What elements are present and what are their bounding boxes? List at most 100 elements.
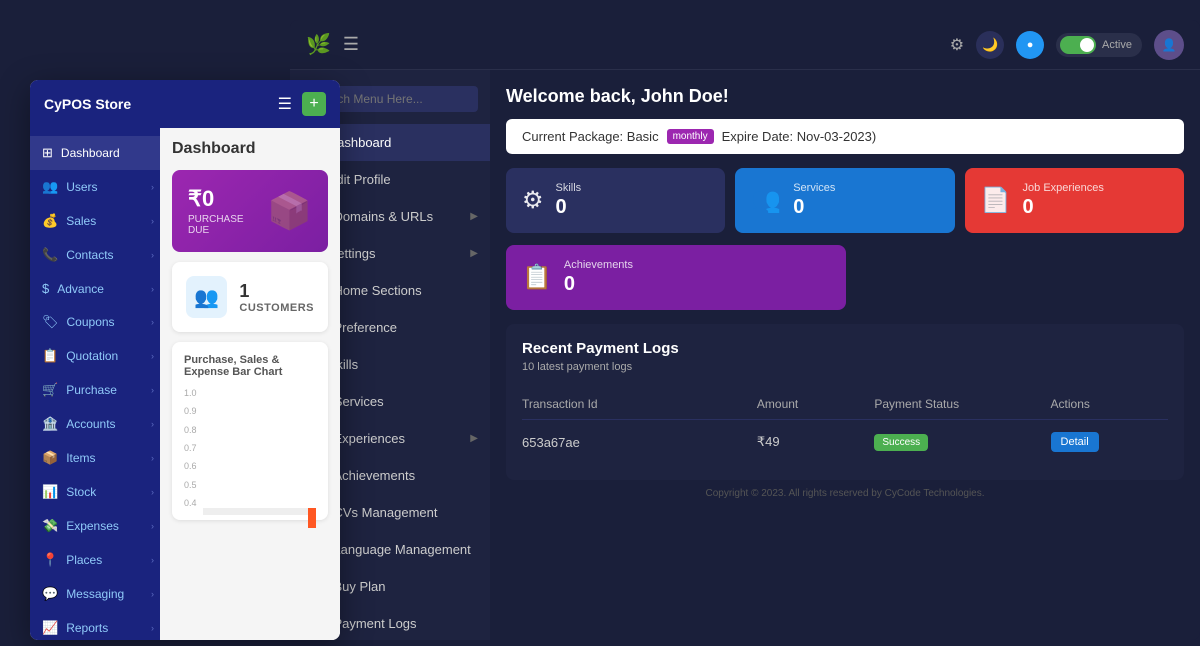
dark-topbar-right: ⚙ 🌙 ● Active 👤: [950, 30, 1184, 60]
chevron-right-icon: ›: [151, 555, 154, 565]
purchase-due-info: ₹0 PURCHASE DUE: [188, 186, 267, 236]
sidebar-label-contacts: Contacts: [66, 248, 113, 262]
box-icon: 📦: [267, 190, 312, 232]
stat-info-job-exp: Job Experiences 0: [1023, 182, 1104, 219]
dashboard-title: Dashboard: [172, 140, 328, 158]
chart-title: Purchase, Sales & Expense Bar Chart: [184, 354, 316, 378]
hamburger-icon[interactable]: ☰: [343, 34, 359, 55]
advance-icon: $: [42, 281, 49, 296]
sidebar-item-contacts[interactable]: 📞 Contacts ›: [30, 238, 160, 272]
sidebar-label-users: Users: [66, 180, 97, 194]
menu-label-achievements: Achievements: [333, 468, 415, 483]
col-transaction: Transaction Id: [522, 397, 757, 411]
col-status: Payment Status: [874, 397, 1050, 411]
sidebar-item-items[interactable]: 📦 Items ›: [30, 441, 160, 475]
purchase-amount: ₹0: [188, 186, 267, 212]
chevron-right-icon: ›: [151, 385, 154, 395]
achievement-value: 0: [564, 273, 633, 296]
light-panel: CyPOS Store ☰ + ⊞ Dashboard 👥 Users › 💰 …: [30, 80, 340, 640]
table-row: 653a67ae ₹49 Success Detail: [522, 420, 1168, 464]
sidebar-item-purchase[interactable]: 🛒 Purchase ›: [30, 373, 160, 407]
sidebar-label-expenses: Expenses: [66, 519, 119, 533]
grid-line: [203, 512, 316, 513]
chevron-right-icon: ›: [151, 589, 154, 599]
dark-panel: 🌿 ☰ ⚙ 🌙 ● Active 👤 ⊞ Dashboard ✏ Ed: [290, 20, 1200, 640]
sidebar-label-accounts: Accounts: [66, 417, 115, 431]
sidebar-item-users[interactable]: 👥 Users ›: [30, 170, 160, 204]
job-exp-icon: 📄: [981, 186, 1011, 215]
grid-line: [203, 514, 316, 515]
hamburger-light-icon[interactable]: ☰: [278, 94, 292, 114]
copyright-text: Copyright © 2023. All rights reserved by…: [506, 480, 1184, 507]
sidebar-label-reports: Reports: [66, 621, 108, 635]
notification-icon[interactable]: ●: [1016, 31, 1044, 59]
sidebar-label-places: Places: [66, 553, 102, 567]
status-badge: Success: [874, 434, 928, 451]
stat-info-skills: Skills 0: [556, 182, 582, 219]
sidebar-item-advance[interactable]: $ Advance ›: [30, 272, 160, 305]
places-icon: 📍: [42, 552, 58, 568]
package-expire: Expire Date: Nov-03-2023): [722, 129, 877, 144]
package-badge: monthly: [667, 129, 714, 144]
light-sidebar: ⊞ Dashboard 👥 Users › 💰 Sales › 📞 Contac…: [30, 128, 160, 640]
customers-card: 👥 1 CUSTOMERS: [172, 262, 328, 332]
chevron-right-icon: ›: [151, 182, 154, 192]
stat-card-job-exp: 📄 Job Experiences 0: [965, 168, 1184, 233]
payment-subtitle: 10 latest payment logs: [522, 361, 1168, 373]
y-label: 1.0: [184, 388, 197, 398]
menu-label-language: Language Management: [333, 542, 470, 557]
users-icon: 👥: [42, 179, 58, 195]
items-icon: 📦: [42, 450, 58, 466]
store-name: CyPOS Store: [44, 96, 131, 112]
sales-icon: 💰: [42, 213, 58, 229]
arrow-icon: ▶: [470, 433, 478, 444]
sidebar-item-sales[interactable]: 💰 Sales ›: [30, 204, 160, 238]
detail-button[interactable]: Detail: [1051, 432, 1099, 452]
user-avatar[interactable]: 👤: [1154, 30, 1184, 60]
services-value: 0: [793, 196, 835, 219]
col-actions: Actions: [1051, 397, 1168, 411]
stock-icon: 📊: [42, 484, 58, 500]
sidebar-item-dashboard[interactable]: ⊞ Dashboard: [30, 136, 160, 170]
active-toggle[interactable]: Active: [1056, 33, 1142, 57]
sidebar-item-places[interactable]: 📍 Places ›: [30, 543, 160, 577]
sidebar-item-messaging[interactable]: 💬 Messaging ›: [30, 577, 160, 611]
menu-label-services: Services: [334, 394, 384, 409]
leaf-logo: 🌿: [306, 32, 331, 57]
sidebar-label-advance: Advance: [57, 282, 104, 296]
sidebar-item-coupons[interactable]: 🏷 Coupons ›: [30, 305, 160, 339]
contacts-icon: 📞: [42, 247, 58, 263]
sidebar-item-stock[interactable]: 📊 Stock ›: [30, 475, 160, 509]
grid-line: [203, 511, 316, 512]
achievement-label: Achievements: [564, 259, 633, 271]
moon-icon[interactable]: 🌙: [976, 31, 1004, 59]
grid-line: [203, 509, 316, 510]
menu-label-payment-logs: Payment Logs: [333, 616, 416, 631]
sidebar-label-dashboard: Dashboard: [61, 146, 120, 160]
menu-label-buy-plan: Buy Plan: [333, 579, 385, 594]
sidebar-item-quotation[interactable]: 📋 Quotation ›: [30, 339, 160, 373]
settings-icon[interactable]: ⚙: [950, 35, 964, 55]
arrow-icon: ▶: [470, 211, 478, 222]
cell-status: Success: [874, 433, 1050, 451]
chevron-right-icon: ›: [151, 250, 154, 260]
package-label: Current Package: Basic: [522, 129, 659, 144]
cell-amount: ₹49: [757, 434, 874, 450]
sidebar-label-quotation: Quotation: [66, 349, 118, 363]
bar-chart-section: Purchase, Sales & Expense Bar Chart 1.0 …: [172, 342, 328, 520]
sidebar-item-reports[interactable]: 📈 Reports ›: [30, 611, 160, 640]
toggle-switch[interactable]: [1060, 36, 1096, 54]
chevron-right-icon: ›: [151, 521, 154, 531]
dark-main: Welcome back, John Doe! Current Package:…: [490, 70, 1200, 640]
chevron-right-icon: ›: [151, 317, 154, 327]
table-header: Transaction Id Amount Payment Status Act…: [522, 389, 1168, 420]
menu-label-domains: Domains & URLs: [333, 209, 433, 224]
sidebar-item-expenses[interactable]: 💸 Expenses ›: [30, 509, 160, 543]
stat-info-services: Services 0: [793, 182, 835, 219]
sidebar-label-purchase: Purchase: [66, 383, 117, 397]
expenses-icon: 💸: [42, 518, 58, 534]
stat-card-services: 👥 Services 0: [735, 168, 954, 233]
sidebar-item-accounts[interactable]: 🏦 Accounts ›: [30, 407, 160, 441]
add-button[interactable]: +: [302, 92, 326, 116]
purchase-label: PURCHASE DUE: [188, 214, 267, 236]
